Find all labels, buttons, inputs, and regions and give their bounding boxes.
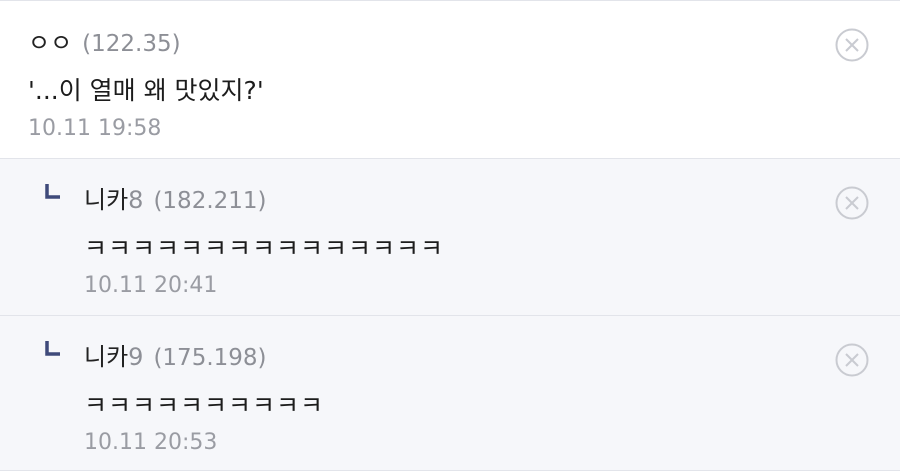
comment-header: ㅇㅇ (122.35) (28, 23, 181, 58)
comment-list: ㅇㅇ (122.35) '...이 열매 왜 맛있지?' 10.11 19:58 … (0, 0, 900, 473)
close-circle-icon (835, 343, 869, 377)
comment-nickname[interactable]: 니카 (84, 186, 128, 214)
reply-item: 니카8 (182.211) ㅋㅋㅋㅋㅋㅋㅋㅋㅋㅋㅋㅋㅋㅋㅋ 10.11 20:41 (0, 158, 900, 315)
reply-arrow-icon (45, 184, 60, 199)
comment-item: ㅇㅇ (122.35) '...이 열매 왜 맛있지?' 10.11 19:58 (0, 0, 900, 158)
comment-nickname-suffix: 8 (128, 186, 144, 214)
comment-date: 10.11 20:41 (84, 273, 218, 298)
comment-text: ㅋㅋㅋㅋㅋㅋㅋㅋㅋㅋㅋㅋㅋㅋㅋ (84, 234, 445, 263)
comment-header: 니카8 (182.211) (84, 180, 267, 215)
comment-text: '...이 열매 왜 맛있지?' (28, 76, 264, 105)
comment-ip: (122.35) (82, 31, 181, 57)
comment-date: 10.11 19:58 (28, 116, 162, 141)
comment-nickname-suffix: 9 (128, 343, 144, 371)
comment-text: ㅋㅋㅋㅋㅋㅋㅋㅋㅋㅋ (84, 391, 325, 420)
delete-comment-button[interactable] (834, 342, 870, 378)
comment-nickname[interactable]: ㅇㅇ (28, 29, 72, 57)
comment-header: 니카9 (175.198) (84, 337, 267, 372)
reply-arrow-icon (45, 341, 60, 356)
comment-ip: (175.198) (153, 345, 267, 371)
comment-ip: (182.211) (153, 188, 267, 214)
comment-nickname[interactable]: 니카 (84, 343, 128, 371)
delete-comment-button[interactable] (834, 185, 870, 221)
delete-comment-button[interactable] (834, 27, 870, 63)
close-circle-icon (835, 28, 869, 62)
close-circle-icon (835, 186, 869, 220)
comment-date: 10.11 20:53 (84, 430, 218, 455)
reply-item: 니카9 (175.198) ㅋㅋㅋㅋㅋㅋㅋㅋㅋㅋ 10.11 20:53 (0, 315, 900, 471)
